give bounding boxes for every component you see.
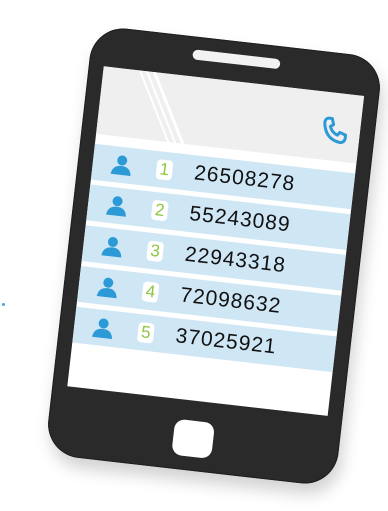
home-button[interactable]: [171, 418, 216, 459]
contact-index-badge: 2: [150, 199, 169, 222]
contact-phone-number: 22943318: [183, 242, 288, 278]
contact-phone-number: 72098632: [179, 283, 283, 318]
phone-speaker: [192, 49, 281, 70]
person-icon: [101, 236, 122, 258]
person-icon: [106, 196, 126, 217]
header-stripe: [141, 66, 181, 154]
contact-phone-number: 55243089: [188, 202, 292, 237]
decorative-dot: [2, 303, 5, 306]
contact-list: 1 26508278 2 55243089 3 22943318 4 72098…: [72, 143, 356, 373]
person-icon: [110, 155, 131, 177]
contact-index-badge: 4: [141, 281, 160, 303]
contact-phone-number: 26508278: [192, 161, 297, 196]
illustration-stage: 1 26508278 2 55243089 3 22943318 4 72098…: [0, 0, 388, 511]
contact-index-badge: 1: [155, 158, 174, 181]
contact-index-badge: 3: [146, 240, 165, 263]
person-icon: [92, 318, 112, 339]
contact-index-badge: 5: [136, 321, 155, 344]
contact-phone-number: 37025921: [174, 324, 278, 359]
phone-screen: 1 26508278 2 55243089 3 22943318 4 72098…: [67, 66, 365, 416]
phone-handset-icon[interactable]: [318, 113, 351, 146]
smartphone: 1 26508278 2 55243089 3 22943318 4 72098…: [44, 24, 384, 488]
person-icon: [96, 277, 117, 299]
